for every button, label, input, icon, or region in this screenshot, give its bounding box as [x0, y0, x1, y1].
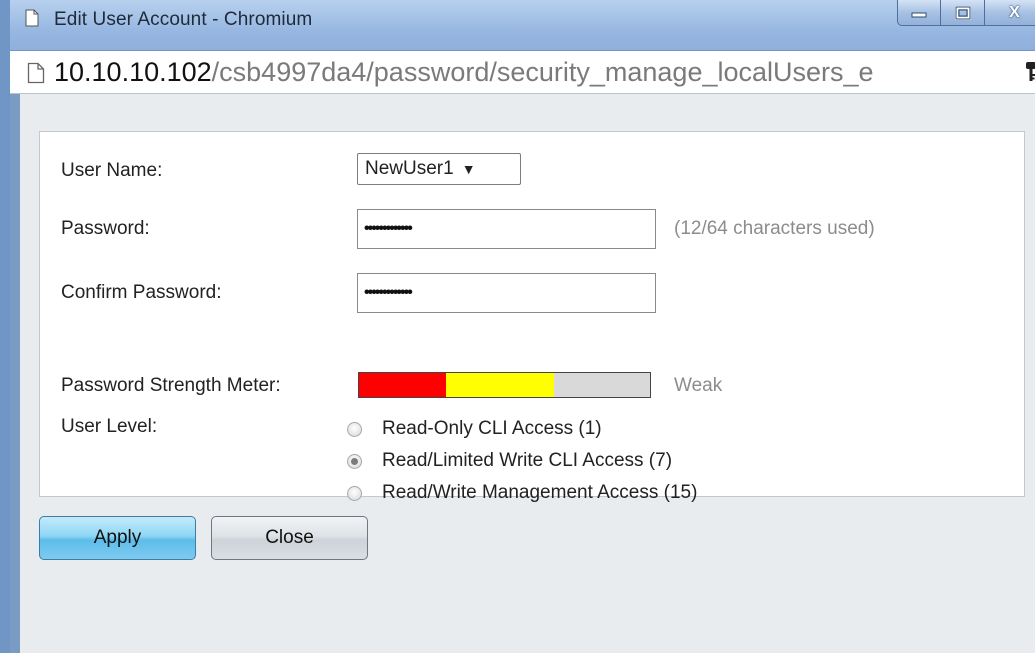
url-host: 10.10.10.102: [54, 57, 212, 87]
radio-button-checked[interactable]: [347, 453, 362, 469]
confirm-password-label: Confirm Password:: [61, 282, 222, 303]
password-label: Password:: [61, 218, 150, 239]
strength-meter-segment: [553, 373, 650, 397]
document-icon: [27, 62, 45, 84]
radio-button[interactable]: [347, 485, 362, 501]
password-masked-value: •••••••••••••: [364, 220, 413, 237]
url-text[interactable]: 10.10.10.102/csb4997da4/password/securit…: [54, 57, 874, 88]
close-window-button[interactable]: X: [985, 0, 1035, 26]
user-level-option-read-only[interactable]: Read-Only CLI Access (1): [347, 418, 602, 440]
confirm-password-input[interactable]: •••••••••••••: [357, 273, 656, 313]
user-name-label: User Name:: [61, 160, 163, 181]
user-level-option-limited-write[interactable]: Read/Limited Write CLI Access (7): [347, 450, 672, 472]
minimize-icon: [911, 12, 927, 17]
address-bar[interactable]: 10.10.10.102/csb4997da4/password/securit…: [10, 51, 1035, 94]
strength-meter-label: Password Strength Meter:: [61, 375, 281, 396]
radio-label: Read/Write Management Access (15): [382, 482, 698, 503]
password-input[interactable]: •••••••••••••: [357, 209, 656, 249]
user-name-value: NewUser1: [365, 158, 454, 179]
page-icon: [25, 9, 39, 27]
radio-button[interactable]: [347, 421, 362, 437]
user-name-select[interactable]: NewUser1 ▼: [357, 153, 521, 185]
key-icon[interactable]: [1025, 61, 1035, 83]
password-char-count: (12/64 characters used): [674, 218, 875, 239]
maximize-button[interactable]: [941, 0, 985, 26]
user-level-label: User Level:: [61, 416, 158, 437]
minimize-button[interactable]: [897, 0, 941, 26]
edit-user-form: User Name: NewUser1 ▼ Password: ••••••••…: [39, 131, 1025, 503]
window-controls: X: [897, 0, 1035, 30]
close-button[interactable]: Close: [211, 516, 368, 560]
browser-window: Edit User Account - Chromium X 10.10.10.…: [0, 0, 1035, 653]
radio-label: Read-Only CLI Access (1): [382, 418, 602, 439]
url-path: /csb4997da4/password/security_manage_loc…: [211, 57, 874, 87]
password-strength-meter: [358, 372, 651, 398]
window-title: Edit User Account - Chromium: [54, 9, 313, 30]
radio-label: Read/Limited Write CLI Access (7): [382, 450, 673, 471]
maximize-icon: [954, 5, 971, 20]
user-level-option-read-write[interactable]: Read/Write Management Access (15): [347, 482, 697, 504]
dropdown-arrow-icon: ▼: [461, 161, 476, 177]
apply-button[interactable]: Apply: [39, 516, 196, 560]
confirm-password-masked-value: •••••••••••••: [364, 284, 413, 301]
strength-text: Weak: [674, 375, 723, 396]
page-content: User Name: NewUser1 ▼ Password: ••••••••…: [20, 94, 1035, 653]
strength-meter-segment: [359, 373, 447, 397]
title-bar: Edit User Account - Chromium X: [10, 0, 1035, 51]
close-icon: X: [1009, 3, 1020, 21]
strength-meter-segment: [446, 373, 554, 397]
